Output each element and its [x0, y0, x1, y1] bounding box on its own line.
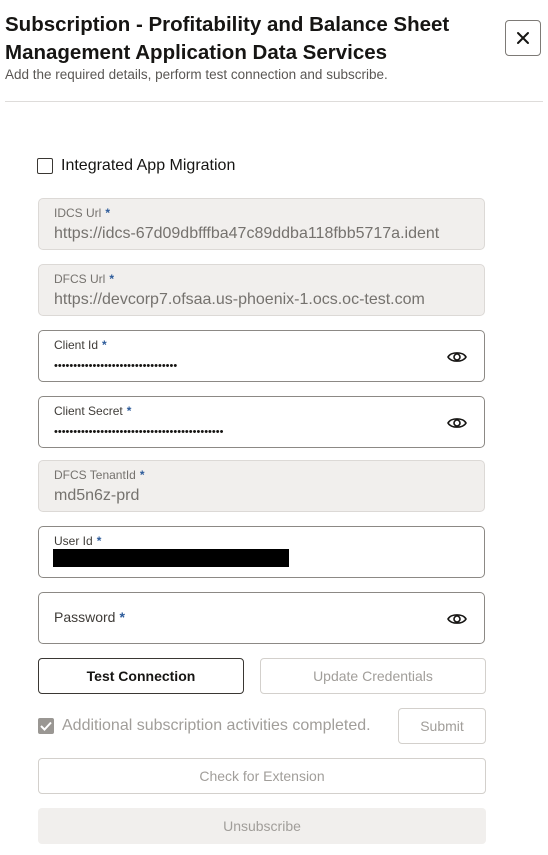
close-icon: [517, 32, 529, 44]
idcs-url-value: https://idcs-67d09dbfffba47c89ddba118fbb…: [54, 225, 440, 242]
password-reveal-button[interactable]: [446, 608, 468, 630]
check-extension-button[interactable]: Check for Extension: [38, 758, 486, 794]
panel-header: Subscription - Profitability and Balance…: [0, 0, 548, 100]
eye-icon: [447, 418, 467, 428]
required-marker: *: [96, 534, 102, 548]
required-marker: *: [105, 206, 111, 220]
update-credentials-button[interactable]: Update Credentials: [260, 658, 486, 694]
dfcs-url-label: DFCS Url: [54, 272, 106, 286]
test-connection-button[interactable]: Test Connection: [38, 658, 244, 694]
password-label: Password: [54, 609, 116, 625]
header-divider: [5, 101, 543, 102]
additional-activities-row[interactable]: Additional subscription activities compl…: [38, 714, 371, 738]
client-id-reveal-button[interactable]: [446, 346, 468, 368]
required-marker: *: [109, 272, 114, 286]
client-id-input[interactable]: ••••••••••••••••••••••••••••••••: [54, 357, 474, 375]
user-id-redacted-value[interactable]: [53, 549, 289, 567]
required-marker: *: [126, 404, 132, 418]
page-subtitle: Add the required details, perform test c…: [5, 67, 388, 82]
required-marker: *: [139, 468, 145, 482]
client-id-field[interactable]: Client Id * •••••••••••••••••••••••••••••…: [38, 330, 485, 382]
subscription-panel: Subscription - Profitability and Balance…: [0, 0, 548, 855]
tenant-id-field: DFCS TenantId * md5n6z-prd: [38, 460, 485, 512]
user-id-label: User Id: [54, 534, 93, 548]
dfcs-url-field: DFCS Url * https://devcorp7.ofsaa.us-phoe…: [38, 264, 485, 316]
tenant-id-value: md5n6z-prd: [54, 487, 140, 504]
additional-activities-label: Additional subscription activities compl…: [62, 717, 371, 734]
client-secret-field[interactable]: Client Secret * •••••••••••••••••••••••••…: [38, 396, 485, 448]
submit-button[interactable]: Submit: [398, 708, 486, 744]
eye-icon: [447, 614, 467, 624]
idcs-url-field: IDCS Url * https://idcs-67d09dbfffba47c89…: [38, 198, 485, 250]
required-marker: *: [119, 609, 125, 625]
client-secret-input[interactable]: ••••••••••••••••••••••••••••••••••••••••…: [54, 423, 474, 441]
client-secret-reveal-button[interactable]: [446, 412, 468, 434]
password-field[interactable]: Password *: [38, 592, 485, 644]
check-icon: [40, 721, 52, 731]
required-marker: *: [102, 338, 107, 352]
tenant-id-label: DFCS TenantId: [54, 468, 136, 482]
additional-activities-checkbox[interactable]: [38, 718, 54, 734]
user-id-field[interactable]: User Id *: [38, 526, 485, 578]
unsubscribe-button[interactable]: Unsubscribe: [38, 808, 486, 844]
client-secret-label: Client Secret: [54, 404, 123, 418]
page-title: Subscription - Profitability and Balance…: [5, 13, 450, 64]
integrated-migration-checkbox[interactable]: [37, 158, 53, 174]
eye-icon: [447, 352, 467, 362]
integrated-migration-label: Integrated App Migration: [61, 157, 236, 174]
integrated-migration-checkbox-row[interactable]: Integrated App Migration: [37, 154, 235, 178]
close-button[interactable]: [505, 20, 541, 56]
idcs-url-label: IDCS Url: [54, 206, 102, 220]
dfcs-url-value: https://devcorp7.ofsaa.us-phoenix-1.ocs.…: [54, 291, 425, 308]
client-id-label: Client Id: [54, 338, 99, 352]
